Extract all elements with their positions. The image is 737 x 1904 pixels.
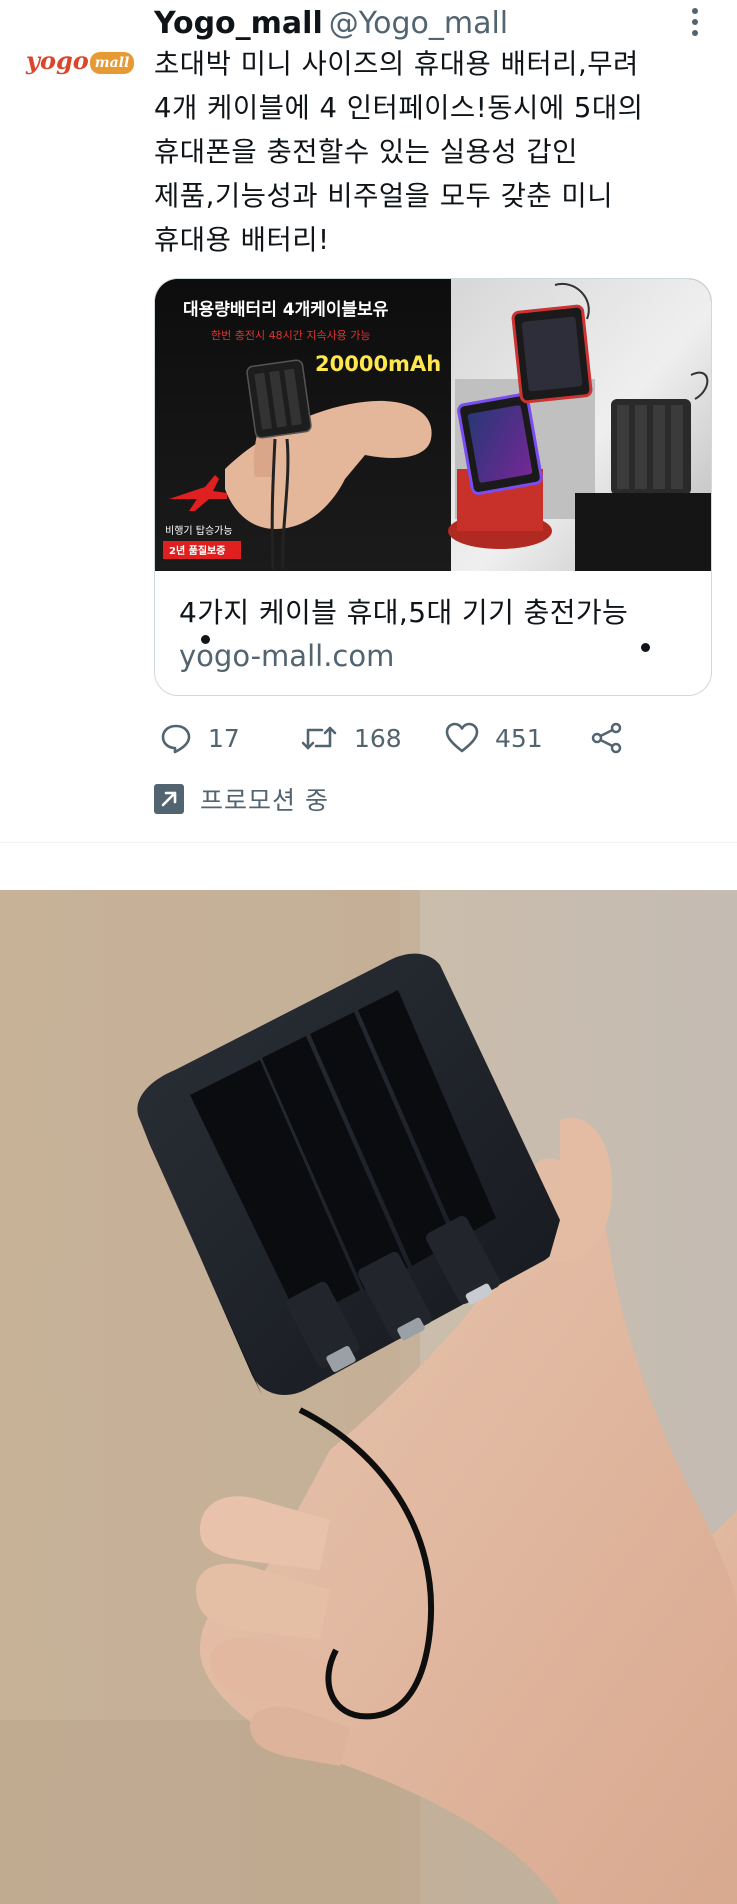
tweet-actions: 17 168 451 — [160, 718, 640, 758]
avatar-logo-text: yogo — [26, 46, 89, 75]
card-dot — [201, 635, 210, 644]
card-image-badge-line2: 2년 품질보증 — [169, 544, 225, 557]
avatar-logo-badge: mall — [89, 52, 135, 74]
tweet-text-line: 제품,기능성과 비주얼을 모두 갖춘 미니 — [154, 180, 614, 212]
tweet-text-line: 4개 케이블에 4 인터페이스!동시에 5대의 — [154, 92, 644, 124]
tweet[interactable]: yogo mall Yogo_mall @Yogo_mall 초대박 미니 사이즈의… — [0, 0, 737, 842]
product-in-hand-photo — [0, 890, 737, 1904]
link-card[interactable]: 대용량배터리 4개케이블보유 한번 충전시 48시간 지속사용 가능 20000… — [154, 278, 712, 696]
more-options-icon[interactable] — [690, 8, 700, 44]
retweet-button[interactable]: 168 — [300, 718, 402, 758]
retweet-icon — [301, 726, 337, 750]
like-count: 451 — [495, 723, 543, 753]
card-product-image: 대용량배터리 4개케이블보유 한번 충전시 48시간 지속사용 가능 20000… — [155, 279, 711, 571]
display-name[interactable]: Yogo_mall — [154, 6, 323, 41]
retweet-count: 168 — [354, 723, 402, 753]
section-divider — [0, 842, 737, 843]
card-image-capacity: 20000mAh — [315, 352, 441, 376]
card-domain[interactable]: yogo-mall.com — [179, 639, 394, 673]
heart-icon — [445, 722, 479, 753]
user-handle[interactable]: @Yogo_mall — [329, 6, 508, 41]
card-dot — [641, 643, 650, 652]
tweet-text-line: 휴대폰을 충전할수 있는 실용성 갑인 — [154, 136, 578, 168]
tweet-text: 초대박 미니 사이즈의 휴대용 배터리,무려 4개 케이블에 4 인터페이스!동… — [154, 42, 714, 262]
card-image-subline: 한번 충전시 48시간 지속사용 가능 — [211, 329, 371, 342]
avatar-logo[interactable]: yogo mall — [26, 44, 135, 78]
reply-icon — [161, 724, 191, 754]
promoted-indicator: 프로모션 중 — [154, 782, 329, 816]
promoted-label: 프로모션 중 — [200, 786, 329, 815]
like-button[interactable]: 451 — [445, 718, 543, 758]
share-icon — [591, 722, 622, 754]
promoted-arrow-icon — [154, 784, 184, 814]
tweet-text-line: 휴대용 배터리! — [154, 224, 330, 256]
card-image-headline: 대용량배터리 4개케이블보유 — [183, 300, 389, 320]
reply-button[interactable]: 17 — [160, 718, 240, 758]
tweet-header: Yogo_mall @Yogo_mall — [154, 4, 508, 44]
tweet-text-line: 초대박 미니 사이즈의 휴대용 배터리,무려 — [154, 48, 639, 80]
card-title[interactable]: 4가지 케이블 휴대,5대 기기 충전가능 — [179, 591, 628, 631]
card-image-badge-line1: 비행기 탑승가능 — [165, 525, 233, 537]
reply-count: 17 — [208, 723, 240, 753]
share-button[interactable] — [590, 718, 624, 758]
